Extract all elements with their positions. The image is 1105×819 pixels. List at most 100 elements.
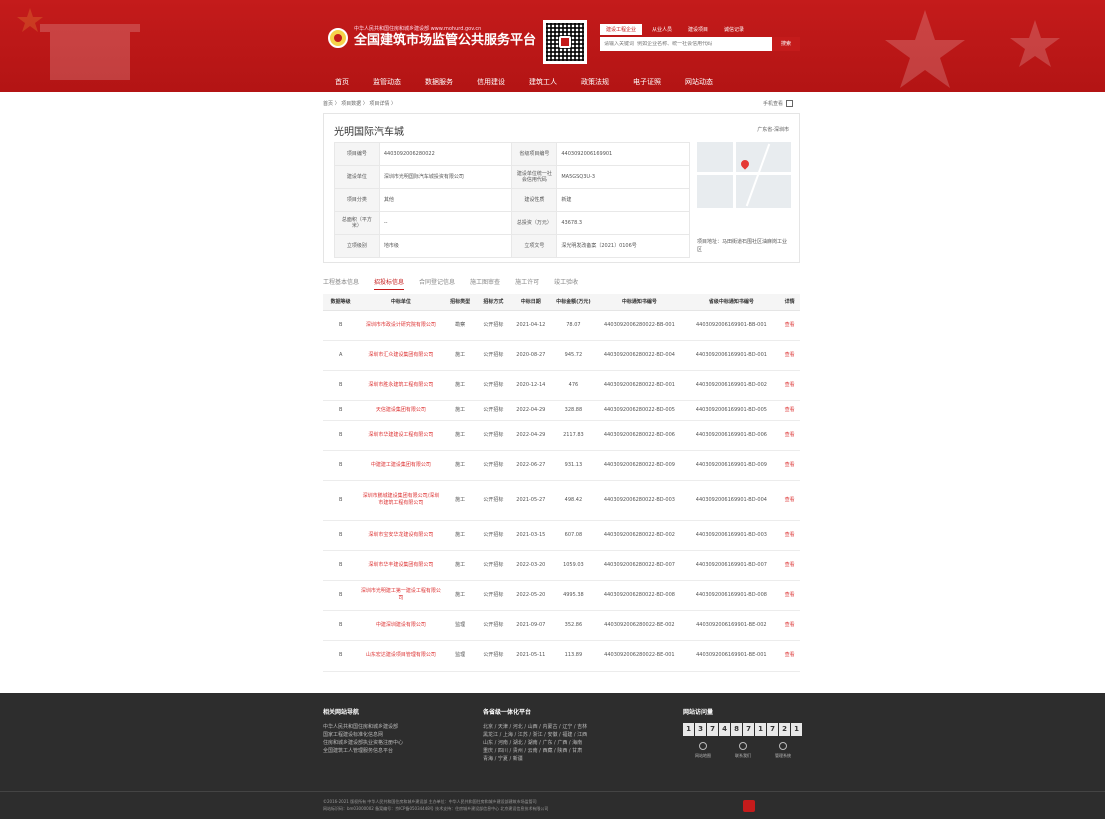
table-cell: 78.07 (551, 310, 596, 341)
mobile-view-button[interactable]: 手机查看 (763, 100, 794, 107)
table-cell: 4403092006169901-BE-001 (683, 640, 780, 672)
field-label: 省级项目编号 (511, 142, 558, 166)
table-cell: 公开招标 (476, 480, 511, 521)
nav-site-news[interactable]: 网站动态 (685, 77, 713, 87)
footer-provinces-title: 各省级一体化平台 (483, 709, 532, 716)
search-tab-credit[interactable]: 诚信记录 (718, 24, 750, 35)
winner-company-link[interactable]: 深圳市华丰建设集团有限公司 (358, 550, 444, 581)
contact-link[interactable]: 联系我们 (723, 742, 763, 760)
nav-data-service[interactable]: 数据服务 (425, 77, 453, 87)
project-map[interactable] (697, 142, 791, 208)
footer-link[interactable]: 住房和城乡建设部执业资格注册中心 (323, 739, 403, 747)
sitemap-link[interactable]: 网站地图 (683, 742, 723, 760)
footer-link[interactable]: 国家工程建设标准化信息网 (323, 731, 403, 739)
search-input[interactable] (600, 41, 772, 47)
nav-workers[interactable]: 建筑工人 (529, 77, 557, 87)
winner-company-link[interactable]: 中建建工建设集团有限公司 (358, 450, 444, 481)
table-cell: 4403092006169901-BD-006 (683, 420, 780, 451)
view-detail-link[interactable]: 查看 (779, 580, 800, 611)
table-cell: 4403092006169901-BD-005 (683, 400, 780, 421)
view-detail-link[interactable]: 查看 (779, 610, 800, 641)
field-value: 其他 (378, 188, 513, 212)
table-cell: B (323, 370, 359, 401)
nav-e-license[interactable]: 电子证照 (633, 77, 661, 87)
view-detail-link[interactable]: 查看 (779, 480, 800, 521)
visit-digit: 7 (743, 723, 754, 736)
nav-credit[interactable]: 信用建设 (477, 77, 505, 87)
table-cell: B (323, 400, 359, 421)
field-label: 项目编号 (334, 142, 380, 166)
winner-company-link[interactable]: 深圳市鹏城建设集团有限公司/深圳市建筑工程有限公司 (358, 480, 444, 521)
province-links[interactable]: 重庆 / 四川 / 贵州 / 云南 / 西藏 / 陕西 / 甘肃 (483, 747, 587, 755)
qr-icon (786, 100, 794, 107)
table-cell: 2117.83 (551, 420, 596, 451)
search-button[interactable]: 搜索 (771, 37, 800, 51)
table-cell: 4403092006280022-BE-002 (595, 610, 684, 641)
gov-badge-icon[interactable] (743, 800, 755, 812)
footer-link[interactable]: 中华人民共和国住房和城乡建设部 (323, 723, 403, 731)
table-cell: 2020-12-14 (510, 370, 552, 401)
nav-home[interactable]: 首页 (335, 77, 349, 87)
table-cell: 施工 (443, 480, 477, 521)
winner-company-link[interactable]: 天信建设集团有限公司 (358, 400, 444, 421)
winner-company-link[interactable]: 深圳市市政设计研究院有限公司 (358, 310, 444, 341)
tab-drawing-review[interactable]: 施工图审查 (470, 277, 500, 290)
winner-company-link[interactable]: 中建深圳建设有限公司 (358, 610, 444, 641)
table-cell: 113.89 (551, 640, 596, 672)
view-detail-link[interactable]: 查看 (779, 550, 800, 581)
tab-bidding[interactable]: 招投标信息 (374, 277, 405, 290)
ministry-label: 中华人民共和国住房和城乡建设部 www.mohurd.gov.cn (354, 26, 482, 32)
visit-digit: 7 (707, 723, 718, 736)
winner-company-link[interactable]: 深圳市宝安华龙建设有限公司 (358, 520, 444, 551)
view-detail-link[interactable]: 查看 (779, 310, 800, 341)
field-label: 立项文号 (511, 234, 558, 258)
province-links[interactable]: 北京 / 天津 / 河北 / 山西 / 内蒙古 / 辽宁 / 吉林 (483, 723, 587, 731)
view-detail-link[interactable]: 查看 (779, 340, 800, 371)
site-header: 中华人民共和国住房和城乡建设部 www.mohurd.gov.cn 全国建筑市场… (0, 0, 1105, 92)
view-detail-link[interactable]: 查看 (779, 450, 800, 481)
nav-policy[interactable]: 政策法规 (581, 77, 609, 87)
winner-company-link[interactable]: 深圳市胜永建筑工程有限公司 (358, 370, 444, 401)
table-cell: 2021-09-07 (510, 610, 552, 641)
winner-company-link[interactable]: 山东宏达建设项目管理有限公司 (358, 640, 444, 672)
table-cell: 公开招标 (476, 550, 511, 581)
province-links[interactable]: 青海 / 宁夏 / 新疆 (483, 755, 587, 763)
search-tab-projects[interactable]: 建设项目 (682, 24, 714, 35)
winner-company-link[interactable]: 深圳市汇众建设集团有限公司 (358, 340, 444, 371)
table-cell: B (323, 420, 359, 451)
table-cell: 2021-05-27 (510, 480, 552, 521)
view-detail-link[interactable]: 查看 (779, 370, 800, 401)
tab-construction-permit[interactable]: 施工许可 (515, 277, 539, 290)
search-tab-companies[interactable]: 建设工程企业 (600, 24, 643, 35)
project-info-table: 项目编号 4403092006280022 省级项目编号 44030920061… (334, 142, 690, 258)
view-detail-link[interactable]: 查看 (779, 400, 800, 421)
tab-completion[interactable]: 竣工验收 (554, 277, 578, 290)
search-tab-personnel[interactable]: 从业人员 (646, 24, 678, 35)
table-cell: 4403092006280022-BD-004 (595, 340, 684, 371)
footer-visits-title: 网站访问量 (683, 709, 714, 716)
tab-contract[interactable]: 合同登记信息 (419, 277, 455, 290)
footer-link[interactable]: 全国建筑工人管理服务信息平台 (323, 747, 403, 755)
field-value: 新建 (556, 188, 690, 212)
field-value: 43678.3 (556, 211, 690, 235)
table-row: B 深圳市华丰建设集团有限公司 施工 公开招标 2022-03-20 1059.03 440… (323, 550, 800, 581)
winner-company-link[interactable]: 深圳市华建建设工程有限公司 (358, 420, 444, 451)
tab-basic-info[interactable]: 工程基本信息 (323, 277, 359, 290)
admin-link[interactable]: 管理系统 (763, 742, 803, 760)
breadcrumb[interactable]: 首页 〉 项目数据 〉 项目详情 〉 (323, 100, 396, 107)
view-detail-link[interactable]: 查看 (779, 420, 800, 451)
column-header: 招标方式 (476, 294, 511, 311)
table-cell: 931.13 (551, 450, 596, 481)
contact-icon (739, 742, 747, 750)
site-logo[interactable]: 中华人民共和国住房和城乡建设部 www.mohurd.gov.cn 全国建筑市场… (328, 26, 536, 49)
search-tabs: 建设工程企业 从业人员 建设项目 诚信记录 (600, 24, 754, 35)
table-cell: 4403092006280022-BD-006 (595, 420, 684, 451)
nav-regulation-news[interactable]: 监管动态 (373, 77, 401, 87)
view-detail-link[interactable]: 查看 (779, 520, 800, 551)
province-links[interactable]: 山东 / 河南 / 湖北 / 湖南 / 广东 / 广西 / 海南 (483, 739, 587, 747)
winner-company-link[interactable]: 深圳市光明建工第一建设工程有限公司 (358, 580, 444, 611)
province-links[interactable]: 黑龙江 / 上海 / 江苏 / 浙江 / 安徽 / 福建 / 江西 (483, 731, 587, 739)
view-detail-link[interactable]: 查看 (779, 640, 800, 672)
table-cell: 4403092006280022-BD-002 (595, 520, 684, 551)
visit-digit: 4 (719, 723, 730, 736)
